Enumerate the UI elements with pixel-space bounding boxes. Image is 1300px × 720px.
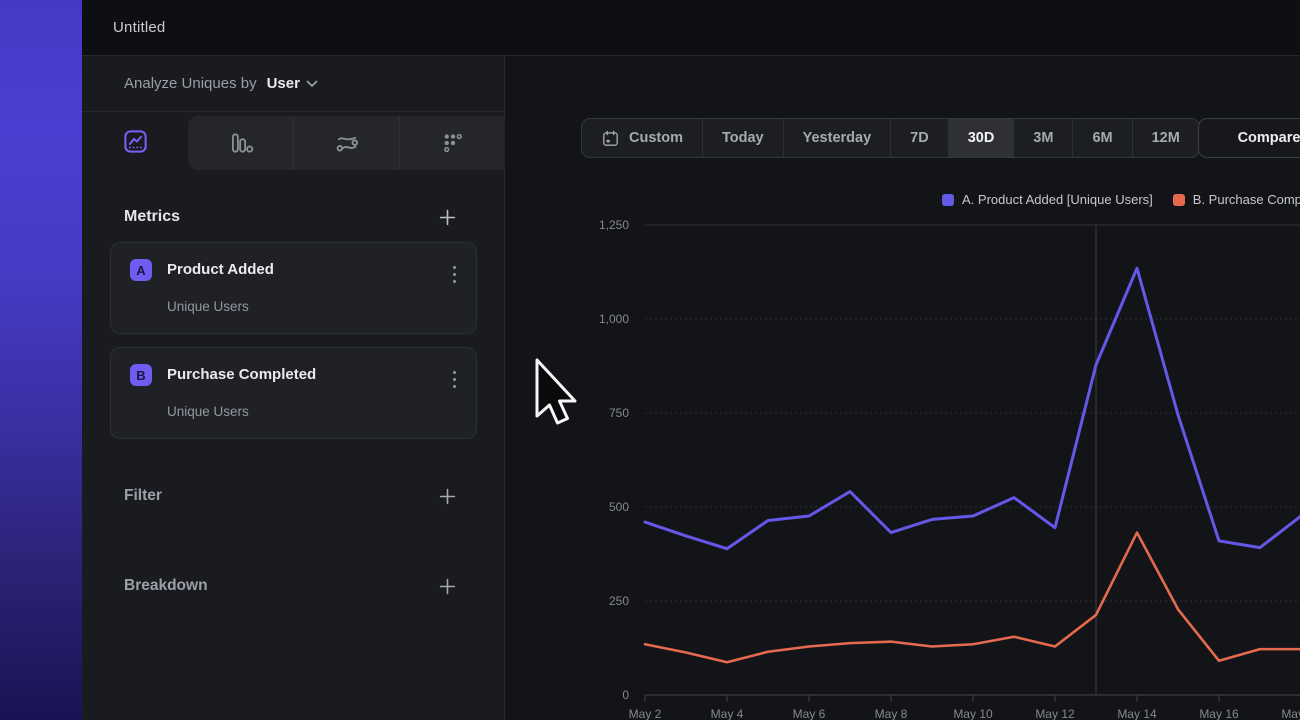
line-chart-canvas[interactable]: 0 250 500 750 1,000 1,250 May 2 May 4 May 6 May 8… (505, 56, 1300, 720)
metric-options-button[interactable] (449, 262, 460, 287)
bar-chart-icon (228, 130, 254, 156)
svg-text:May 18: May 18 (1281, 707, 1300, 720)
analyze-by-row: Analyze Uniques by User (82, 56, 504, 112)
query-sidebar: Analyze Uniques by User (82, 56, 505, 720)
plus-icon (439, 578, 456, 595)
plus-icon (439, 209, 456, 226)
report-title: Untitled (113, 19, 165, 36)
svg-text:May 2: May 2 (629, 707, 662, 720)
svg-text:500: 500 (609, 500, 629, 514)
tab-flow[interactable] (294, 116, 400, 170)
section-label: Breakdown (124, 577, 208, 595)
metric-measurement: Unique Users (167, 299, 249, 314)
screenshot-root: Untitled Analyze Uniques by User (0, 0, 1300, 720)
svg-text:0: 0 (622, 688, 629, 702)
metrics-header: Metrics (124, 208, 456, 226)
chart-type-tab-strip (188, 116, 505, 170)
analytics-app-window: Untitled Analyze Uniques by User (82, 0, 1300, 720)
metric-name: Purchase Completed (167, 366, 316, 383)
section-label: Filter (124, 487, 162, 505)
flow-icon (334, 130, 360, 156)
add-metric-button[interactable] (439, 209, 456, 226)
chevron-down-icon (306, 80, 318, 88)
analyze-by-label: Analyze Uniques by (124, 75, 257, 92)
svg-text:1,250: 1,250 (599, 218, 629, 232)
tab-line-chart[interactable] (82, 112, 188, 170)
svg-text:May 14: May 14 (1117, 707, 1157, 720)
chart-panel: CustomTodayYesterday7D30D3M6M12M Compare… (505, 56, 1300, 720)
add-filter-button[interactable] (439, 488, 456, 505)
metric-badge: A (130, 259, 152, 281)
plus-icon (439, 488, 456, 505)
add-breakdown-button[interactable] (439, 578, 456, 595)
svg-text:May 12: May 12 (1035, 707, 1075, 720)
analyze-by-dropdown[interactable]: User (267, 75, 318, 92)
svg-text:May 16: May 16 (1199, 707, 1239, 720)
metrics-title: Metrics (124, 208, 180, 226)
metric-name: Product Added (167, 261, 274, 278)
metric-card-list: A Product Added Unique Users B Purchase Comp… (82, 242, 504, 439)
chart-type-tabs (82, 112, 504, 170)
svg-text:750: 750 (609, 406, 629, 420)
metric-options-button[interactable] (449, 367, 460, 392)
svg-text:250: 250 (609, 594, 629, 608)
background-gradient (0, 0, 82, 720)
tab-funnel[interactable] (400, 116, 505, 170)
svg-text:May 10: May 10 (953, 707, 993, 720)
section-row-breakdown: Breakdown (124, 575, 456, 597)
svg-text:1,000: 1,000 (599, 312, 629, 326)
top-bar: Untitled (82, 0, 1300, 56)
tab-bar-chart[interactable] (188, 116, 294, 170)
metric-badge: B (130, 364, 152, 386)
svg-text:May 8: May 8 (875, 707, 908, 720)
query-sections: Filter Breakdown (82, 485, 504, 597)
metric-card-b[interactable]: B Purchase Completed Unique Users (110, 347, 477, 439)
metric-measurement: Unique Users (167, 404, 249, 419)
line-chart-icon (122, 128, 149, 155)
metric-card-a[interactable]: A Product Added Unique Users (110, 242, 477, 334)
svg-text:May 6: May 6 (793, 707, 826, 720)
svg-text:May 4: May 4 (711, 707, 744, 720)
funnel-dots-icon (440, 130, 466, 156)
section-row-filter: Filter (124, 485, 456, 507)
analyze-by-value: User (267, 75, 300, 92)
